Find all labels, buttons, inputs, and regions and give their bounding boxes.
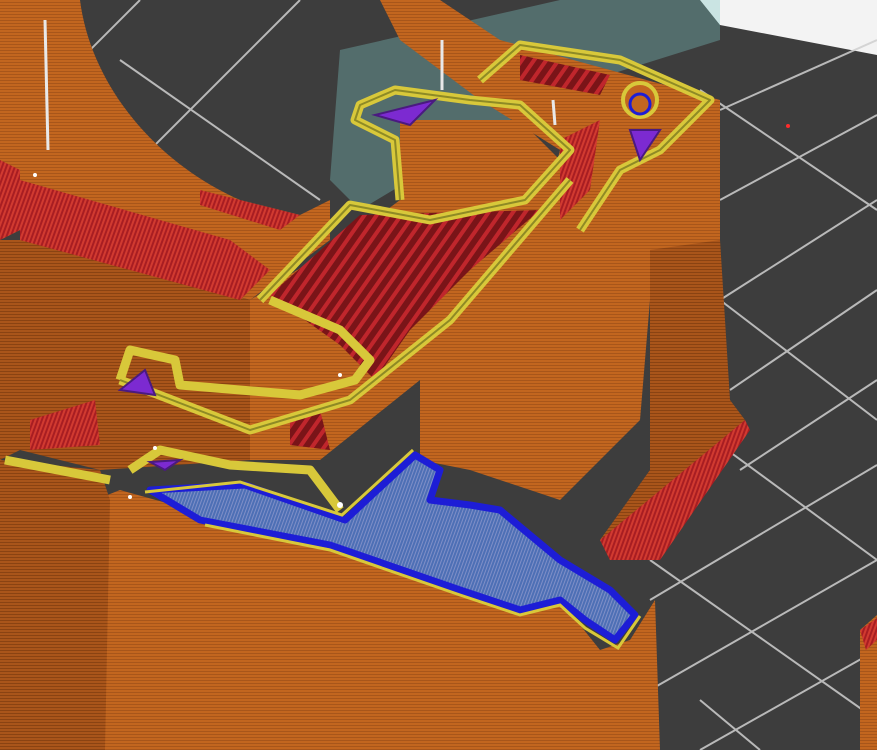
toolpath-render[interactable] [0, 0, 877, 750]
screw-hole-icon [621, 81, 659, 119]
3d-viewport[interactable] [0, 0, 877, 750]
red-marker [786, 124, 790, 128]
